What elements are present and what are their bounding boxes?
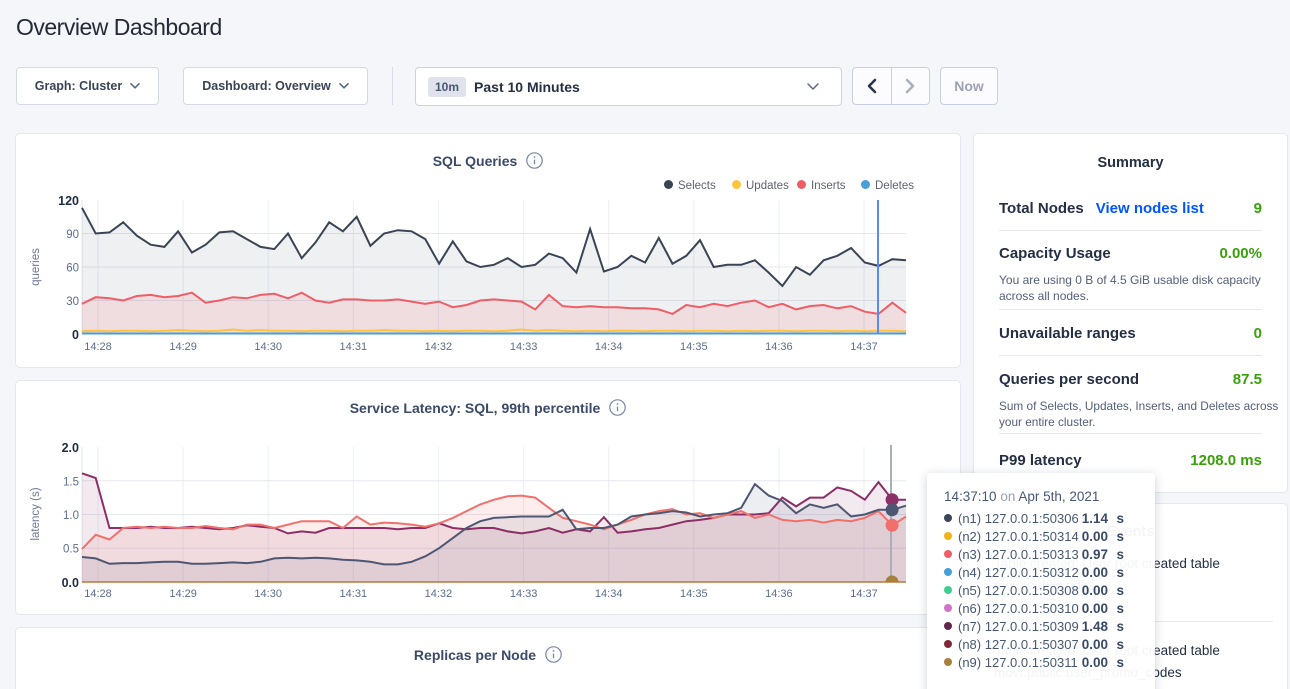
svg-text:14:36: 14:36 (765, 341, 793, 353)
svg-text:queries: queries (30, 248, 42, 286)
svg-text:60: 60 (66, 263, 79, 275)
svg-text:14:33: 14:33 (510, 341, 538, 353)
svg-text:14:30: 14:30 (254, 341, 282, 353)
svg-text:14:31: 14:31 (340, 341, 368, 353)
svg-text:14:28: 14:28 (84, 588, 112, 600)
svg-text:14:30: 14:30 (254, 588, 282, 600)
svg-text:1.0: 1.0 (63, 510, 79, 522)
svg-text:14:31: 14:31 (340, 588, 368, 600)
svg-text:14:28: 14:28 (84, 341, 112, 353)
svg-text:14:34: 14:34 (595, 341, 623, 353)
svg-text:14:33: 14:33 (510, 588, 538, 600)
svg-text:14:37: 14:37 (850, 588, 878, 600)
svg-text:0: 0 (72, 328, 79, 342)
svg-text:14:35: 14:35 (680, 588, 708, 600)
svg-text:14:32: 14:32 (425, 341, 453, 353)
svg-text:14:32: 14:32 (425, 588, 453, 600)
svg-text:14:35: 14:35 (680, 341, 708, 353)
svg-text:14:29: 14:29 (169, 588, 197, 600)
svg-text:30: 30 (66, 296, 79, 308)
svg-text:120: 120 (58, 194, 79, 208)
svg-text:14:29: 14:29 (169, 341, 197, 353)
svg-text:14:36: 14:36 (765, 588, 793, 600)
svg-text:0.0: 0.0 (62, 576, 79, 590)
svg-text:90: 90 (66, 229, 79, 241)
svg-text:1.5: 1.5 (63, 476, 79, 488)
svg-text:14:37: 14:37 (850, 341, 878, 353)
svg-text:2.0: 2.0 (62, 441, 79, 455)
svg-text:14:34: 14:34 (595, 588, 623, 600)
svg-text:0.5: 0.5 (63, 544, 79, 556)
svg-text:latency (s): latency (s) (30, 487, 42, 540)
